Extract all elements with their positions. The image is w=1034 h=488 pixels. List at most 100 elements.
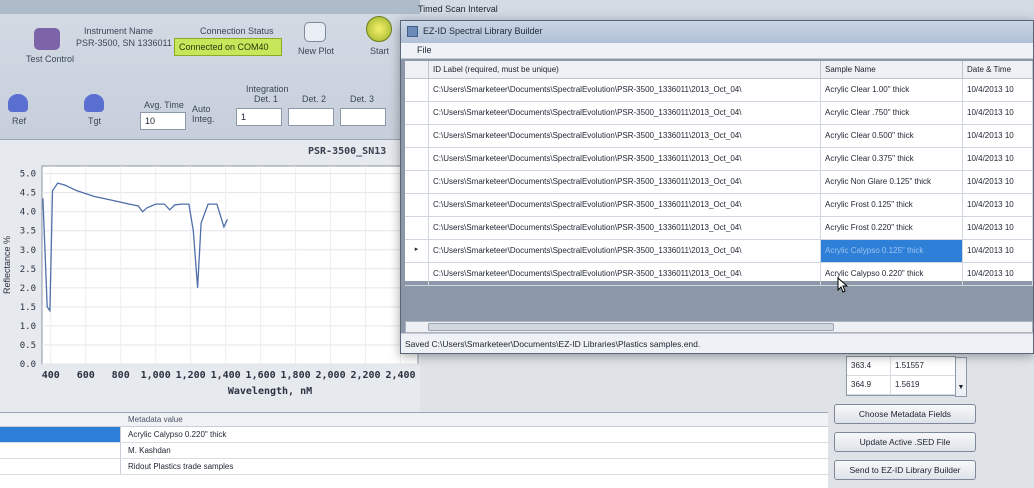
- ref-icon[interactable]: [8, 94, 28, 112]
- sample-name-cell[interactable]: Acrylic Calypso 0.125" thick: [821, 240, 963, 262]
- new-plot-button[interactable]: New Plot: [298, 46, 334, 56]
- date-time-cell[interactable]: 10/4/2013 10: [963, 125, 1033, 147]
- date-time-cell[interactable]: 10/4/2013 10: [963, 148, 1033, 170]
- date-time-cell[interactable]: 10/4/2013 10: [963, 263, 1033, 285]
- table-row[interactable]: C:\Users\Smarketeer\Documents\SpectralEv…: [405, 217, 1033, 240]
- library-builder-window[interactable]: EZ-ID Spectral Library Builder File ID L…: [400, 20, 1034, 354]
- auto-integ-toggle[interactable]: Auto Integ.: [192, 104, 226, 124]
- id-label-cell[interactable]: C:\Users\Smarketeer\Documents\SpectralEv…: [429, 148, 821, 170]
- test-control-icon[interactable]: [34, 28, 60, 50]
- sample-name-cell[interactable]: Acrylic Clear 1.00" thick: [821, 79, 963, 101]
- id-label-cell[interactable]: C:\Users\Smarketeer\Documents\SpectralEv…: [429, 217, 821, 239]
- row-header-corner: [405, 61, 429, 78]
- id-label-cell[interactable]: C:\Users\Smarketeer\Documents\SpectralEv…: [429, 79, 821, 101]
- det1-select[interactable]: 1: [236, 108, 282, 126]
- metadata-value: Acrylic Calypso 0.220" thick: [128, 430, 227, 439]
- date-time-cell[interactable]: 10/4/2013 10: [963, 194, 1033, 216]
- x-tick-label: 400: [42, 370, 60, 381]
- table-row[interactable]: C:\Users\Smarketeer\Documents\SpectralEv…: [405, 194, 1033, 217]
- row-header[interactable]: [405, 125, 429, 147]
- library-grid[interactable]: ID Label (required, must be unique) Samp…: [405, 61, 1033, 286]
- row-header[interactable]: [405, 148, 429, 170]
- y-tick-label: 4.0: [20, 208, 36, 218]
- row-header[interactable]: [405, 79, 429, 101]
- instrument-name-value: PSR-3500, SN 1336011: [76, 38, 172, 48]
- row-header[interactable]: ▸: [405, 240, 429, 262]
- sample-name-cell[interactable]: Acrylic Clear .750" thick: [821, 102, 963, 124]
- metadata-row[interactable]: Ridout Plastics trade samples: [0, 459, 828, 475]
- date-time-cell[interactable]: 10/4/2013 10: [963, 171, 1033, 193]
- table-row[interactable]: C:\Users\Smarketeer\Documents\SpectralEv…: [405, 148, 1033, 171]
- start-button[interactable]: Start: [370, 46, 389, 56]
- det2-label: Det. 2: [302, 94, 327, 104]
- sample-name-cell[interactable]: Acrylic Frost 0.220" thick: [821, 217, 963, 239]
- ribbon-menu-strip: [0, 0, 420, 14]
- list-scrollbar[interactable]: ▼: [955, 357, 967, 397]
- wavelength-cell: 364.9: [847, 376, 891, 394]
- row-header[interactable]: [405, 171, 429, 193]
- date-time-cell[interactable]: 10/4/2013 10: [963, 102, 1033, 124]
- sample-name-cell[interactable]: Acrylic Clear 0.375" thick: [821, 148, 963, 170]
- col-sample-name[interactable]: Sample Name: [821, 61, 963, 78]
- date-time-cell[interactable]: 10/4/2013 10: [963, 240, 1033, 262]
- new-plot-icon[interactable]: [304, 22, 326, 42]
- y-tick-label: 4.5: [20, 189, 36, 199]
- table-row[interactable]: C:\Users\Smarketeer\Documents\SpectralEv…: [405, 125, 1033, 148]
- y-tick-label: 0.5: [20, 341, 36, 351]
- x-tick-label: 1,600: [246, 370, 276, 381]
- list-item[interactable]: 364.9 1.5619: [847, 376, 955, 395]
- table-row[interactable]: C:\Users\Smarketeer\Documents\SpectralEv…: [405, 263, 1033, 286]
- x-tick-label: 2,200: [350, 370, 380, 381]
- chart-title: PSR-3500_SN13: [308, 146, 387, 157]
- x-tick-label: 1,400: [211, 370, 241, 381]
- x-tick-label: 2,000: [316, 370, 346, 381]
- row-header[interactable]: [405, 102, 429, 124]
- menu-bar: File: [401, 43, 1033, 59]
- metadata-row[interactable]: Acrylic Calypso 0.220" thick: [0, 427, 828, 443]
- tgt-button[interactable]: Tgt: [88, 116, 101, 126]
- det2-select[interactable]: [288, 108, 334, 126]
- x-axis-label: Wavelength, nM: [228, 386, 312, 397]
- date-time-cell[interactable]: 10/4/2013 10: [963, 79, 1033, 101]
- send-to-library-builder-button[interactable]: Send to EZ-ID Library Builder: [834, 460, 976, 480]
- table-row[interactable]: C:\Users\Smarketeer\Documents\SpectralEv…: [405, 102, 1033, 125]
- horizontal-scrollbar[interactable]: [405, 321, 1033, 333]
- col-date-time[interactable]: Date & Time: [963, 61, 1033, 78]
- det1-label: Det. 1: [254, 94, 279, 104]
- metadata-row[interactable]: M. Kashdan: [0, 443, 828, 459]
- id-label-cell[interactable]: C:\Users\Smarketeer\Documents\SpectralEv…: [429, 263, 821, 285]
- window-titlebar[interactable]: EZ-ID Spectral Library Builder: [401, 21, 1033, 43]
- table-row[interactable]: C:\Users\Smarketeer\Documents\SpectralEv…: [405, 171, 1033, 194]
- id-label-cell[interactable]: C:\Users\Smarketeer\Documents\SpectralEv…: [429, 102, 821, 124]
- col-id-label[interactable]: ID Label (required, must be unique): [429, 61, 821, 78]
- start-icon[interactable]: [366, 16, 392, 42]
- date-time-cell[interactable]: 10/4/2013 10: [963, 217, 1033, 239]
- choose-metadata-fields-button[interactable]: Choose Metadata Fields: [834, 404, 976, 424]
- id-label-cell[interactable]: C:\Users\Smarketeer\Documents\SpectralEv…: [429, 171, 821, 193]
- list-item[interactable]: 363.4 1.51557: [847, 357, 955, 376]
- y-tick-label: 3.5: [20, 227, 36, 237]
- scrollbar-thumb[interactable]: [428, 323, 834, 331]
- avg-time-label: Avg. Time: [144, 100, 184, 110]
- menu-file[interactable]: File: [417, 45, 432, 55]
- spectrum-value-list[interactable]: 363.4 1.51557 364.9 1.5619 ▼: [846, 356, 967, 397]
- id-label-cell[interactable]: C:\Users\Smarketeer\Documents\SpectralEv…: [429, 194, 821, 216]
- update-active-sed-file-button[interactable]: Update Active .SED File: [834, 432, 976, 452]
- table-row[interactable]: C:\Users\Smarketeer\Documents\SpectralEv…: [405, 79, 1033, 102]
- mouse-pointer-icon: [837, 277, 849, 293]
- row-header[interactable]: [405, 217, 429, 239]
- tgt-icon[interactable]: [84, 94, 104, 112]
- row-header[interactable]: [405, 194, 429, 216]
- sample-name-cell[interactable]: Acrylic Non Glare 0.125" thick: [821, 171, 963, 193]
- id-label-cell[interactable]: C:\Users\Smarketeer\Documents\SpectralEv…: [429, 125, 821, 147]
- id-label-cell[interactable]: C:\Users\Smarketeer\Documents\SpectralEv…: [429, 240, 821, 262]
- det3-select[interactable]: [340, 108, 386, 126]
- sample-name-cell[interactable]: Acrylic Frost 0.125" thick: [821, 194, 963, 216]
- row-header[interactable]: [405, 263, 429, 285]
- tab-test-control[interactable]: Test Control: [26, 54, 74, 64]
- avg-time-input[interactable]: 10: [140, 112, 186, 130]
- table-row[interactable]: ▸ C:\Users\Smarketeer\Documents\SpectralE…: [405, 240, 1033, 263]
- reflectance-chart[interactable]: 0.0 0.5 1.0 1.5 2.0 2.5 3.0 3.5 4.0 4.5 5.0 400 600 8…: [0, 160, 420, 412]
- ref-button[interactable]: Ref: [12, 116, 26, 126]
- sample-name-cell[interactable]: Acrylic Clear 0.500" thick: [821, 125, 963, 147]
